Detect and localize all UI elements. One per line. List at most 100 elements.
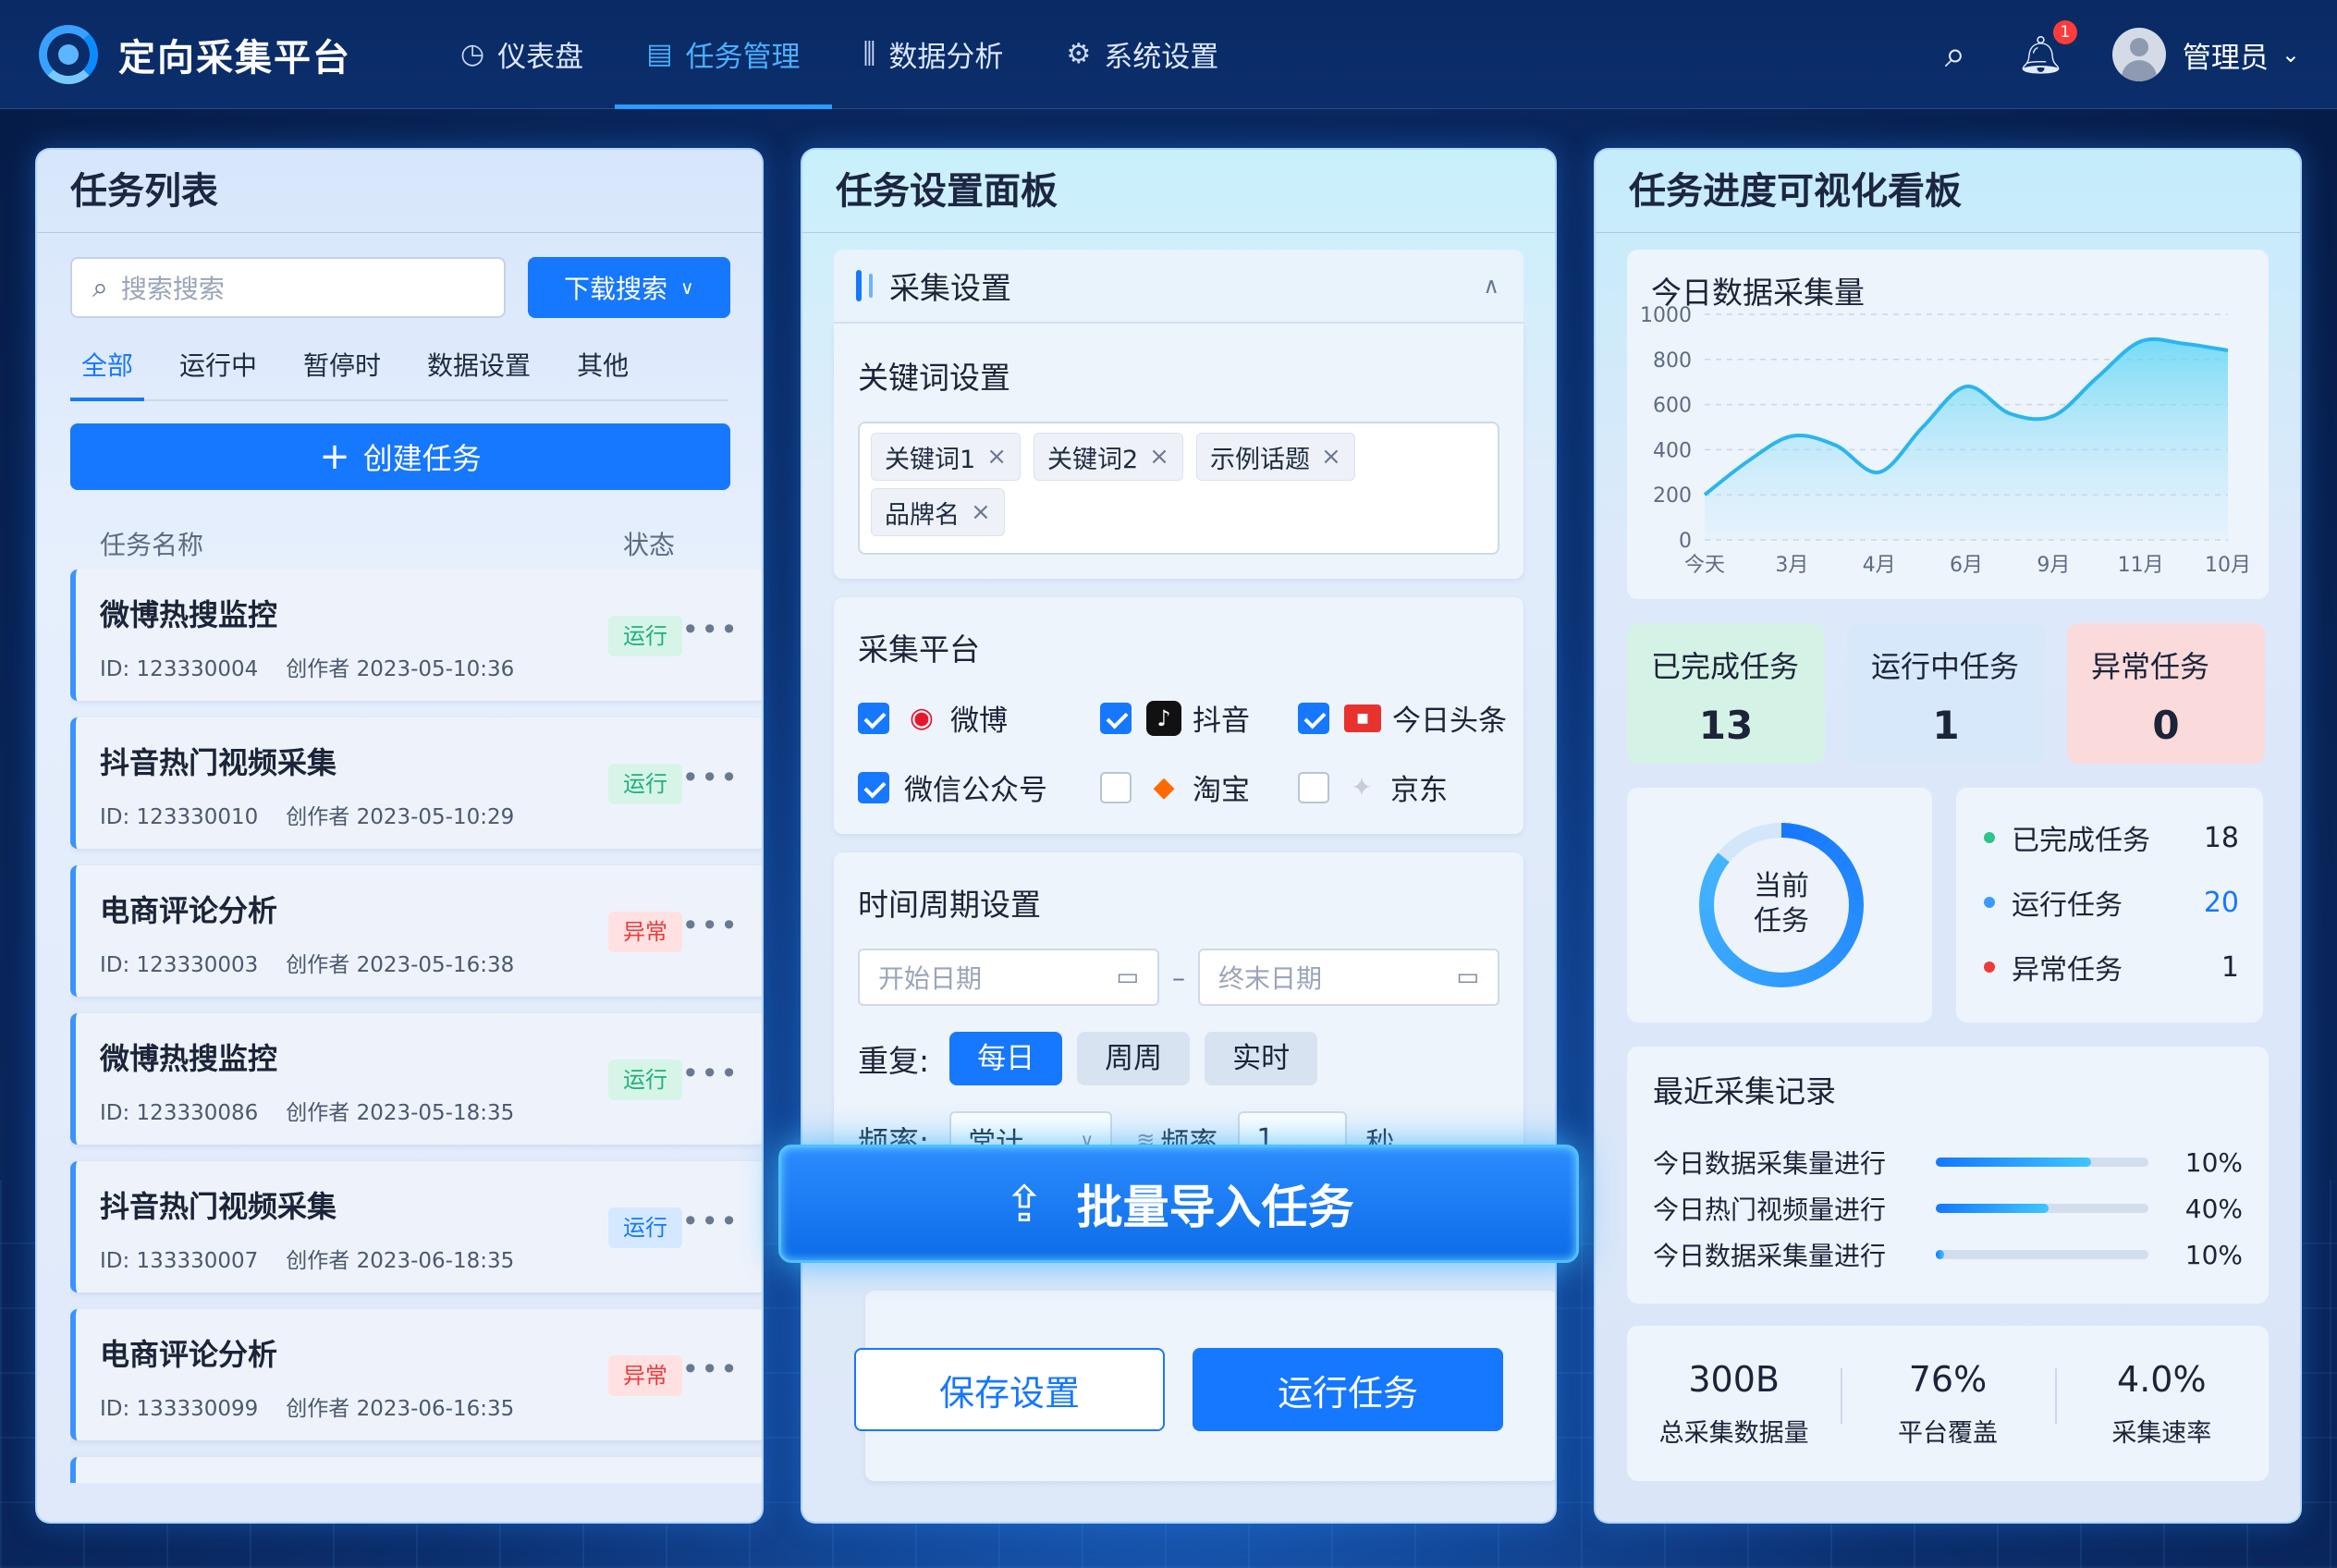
progress-fill <box>1936 1204 2049 1213</box>
panel-title: 任务进度可视化看板 <box>1596 150 2300 233</box>
status-badge: 运行 <box>608 1060 682 1100</box>
tab-other[interactable]: 其他 <box>566 346 640 399</box>
stat-value: 13 <box>1698 703 1754 748</box>
error-tasks-stat: 异常任务 0 <box>2067 623 2265 764</box>
donut-label-line: 当前 <box>1754 870 1809 902</box>
search-icon[interactable]: ⌕ <box>1945 33 1965 76</box>
close-icon[interactable]: × <box>986 443 1007 471</box>
run-task-button[interactable]: 运行任务 <box>1193 1348 1503 1431</box>
repeat-daily[interactable]: 每日 <box>949 1032 1063 1085</box>
search-input[interactable]: ⌕ 搜索搜索 <box>70 257 506 318</box>
more-icon[interactable]: ••• <box>681 612 740 647</box>
y-tick-label: 800 <box>1653 349 1692 373</box>
record-row: 今日数据采集量进行 10% <box>1653 1139 2243 1185</box>
current-task-donut: 当前 任务 <box>1627 788 1932 1023</box>
checkbox[interactable] <box>858 702 889 734</box>
collect-settings-header[interactable]: 采集设置 ∧ <box>834 250 1523 324</box>
chevron-up-icon[interactable]: ∧ <box>1483 273 1499 299</box>
task-item[interactable]: 抖音热门视频采集 ID: 123330010 创作者 2023-05-10:29 … <box>70 717 762 849</box>
task-item[interactable]: 电商评论分析 ID: 123330003 创作者 2023-05-16:38 异常… <box>70 865 762 997</box>
user-menu[interactable]: 管理员 ⌄ <box>2111 28 2300 81</box>
keyword-tag: 关键词2 × <box>1033 433 1183 481</box>
x-tick-label: 今天 <box>1684 554 1725 577</box>
checkbox[interactable] <box>1298 771 1329 803</box>
task-item[interactable]: 微博热搜监控 ID: 123330004 创作者 2023-05-10:36 运行… <box>70 570 762 701</box>
task-item[interactable]: 电商评论分析 ID: 133330099 创作者 2023-06-16:35 异常… <box>70 1309 762 1440</box>
progress-track <box>1936 1250 2148 1259</box>
task-creator: 创作者 2023-05-10:29 <box>286 805 515 829</box>
task-creator: 创作者 2023-06-18:35 <box>286 1249 515 1273</box>
keyword-input[interactable]: 关键词1 × 关键词2 × 示例话题 × 品牌名 × <box>858 422 1499 555</box>
task-id: ID: 123330010 <box>100 805 259 829</box>
tab-paused[interactable]: 暂停时 <box>292 346 392 399</box>
checkbox[interactable] <box>858 771 889 803</box>
legend-item: 已完成任务 18 <box>1984 819 2239 857</box>
end-date-input[interactable]: 终末日期 ▭ <box>1198 949 1499 1006</box>
task-item[interactable]: 微博热搜监控 ID: 123330086 创作者 2023-05-18:35 运行… <box>70 1013 762 1145</box>
record-row: 今日热门视频量进行 40% <box>1653 1185 2243 1231</box>
stat-value: 0 <box>2152 703 2180 748</box>
status-badge: 运行 <box>608 616 682 656</box>
bar-chart-icon: ⫼ <box>863 38 876 70</box>
nav-label: 任务管理 <box>685 41 801 74</box>
bulk-import-button[interactable]: ⇪ 批量导入任务 <box>778 1145 1579 1263</box>
progress-track <box>1936 1204 2148 1213</box>
platform-toutiao[interactable]: ■ 今日头条 <box>1298 697 1520 739</box>
more-icon[interactable]: ••• <box>681 1056 740 1091</box>
panel-title: 任务列表 <box>37 150 762 233</box>
platform-douyin[interactable]: ♪ 抖音 <box>1100 697 1298 739</box>
more-icon[interactable]: ••• <box>681 1204 740 1239</box>
checkbox[interactable] <box>1100 702 1132 734</box>
more-icon[interactable]: ••• <box>681 1352 740 1387</box>
repeat-realtime[interactable]: 实时 <box>1205 1032 1318 1085</box>
search-dropdown-button[interactable]: 下载搜索 ∨ <box>527 257 730 318</box>
platform-taobao[interactable]: ◆ 淘宝 <box>1100 766 1298 808</box>
tab-data-settings[interactable]: 数据设置 <box>416 346 542 399</box>
y-tick-label: 600 <box>1653 395 1692 418</box>
summary-value: 4.0% <box>2117 1358 2207 1400</box>
nav-task-management[interactable]: ▤ 任务管理 <box>615 0 832 109</box>
search-button-label: 下载搜索 <box>564 274 668 304</box>
records-title: 最近采集记录 <box>1653 1073 1836 1109</box>
task-item-partial[interactable] <box>70 1457 762 1483</box>
record-label: 今日数据采集量进行 <box>1653 1148 1887 1179</box>
platform-jd[interactable]: ✦ 京东 <box>1298 766 1520 808</box>
nav-dashboard[interactable]: ◷ 仪表盘 <box>429 0 615 109</box>
summary-item: 76% 平台覆盖 <box>1841 1359 2054 1449</box>
task-filter-tabs: 全部 运行中 暂停时 数据设置 其他 <box>70 346 728 401</box>
keyword-text: 关键词2 <box>1046 445 1139 474</box>
close-icon[interactable]: × <box>1321 443 1341 471</box>
tab-all[interactable]: 全部 <box>70 346 145 401</box>
section-marker <box>869 274 873 298</box>
avatar <box>2111 28 2166 81</box>
running-tasks-stat: 运行中任务 1 <box>1847 623 2045 764</box>
platform-weibo[interactable]: ◉ 微博 <box>858 697 1100 739</box>
x-tick-label: 6月 <box>1950 554 1983 577</box>
checkbox[interactable] <box>1298 702 1329 734</box>
more-icon[interactable]: ••• <box>681 908 740 943</box>
app-logo[interactable]: 定向采集平台 <box>39 24 409 84</box>
close-icon[interactable]: × <box>971 498 991 526</box>
task-stats: 已完成任务 13 运行中任务 1 异常任务 0 <box>1627 623 2269 764</box>
keyword-tag: 品牌名 × <box>871 488 1005 536</box>
nav-system-settings[interactable]: ⚙ 系统设置 <box>1034 0 1250 109</box>
repeat-weekly[interactable]: 周周 <box>1077 1032 1191 1085</box>
task-item[interactable]: 抖音热门视频采集 ID: 133330007 创作者 2023-06-18:35 … <box>70 1161 762 1292</box>
progress-fill <box>1936 1250 1945 1259</box>
tab-running[interactable]: 运行中 <box>168 346 268 399</box>
task-legend: 已完成任务 18 运行任务 20 异常任务 1 <box>1956 788 2263 1023</box>
daily-collection-chart: 今日数据采集量 0 200 400 600 800 1000 今天 3月 4月 6月 9月 11月 10… <box>1627 250 2269 599</box>
start-date-input[interactable]: 开始日期 ▭ <box>858 949 1159 1006</box>
more-icon[interactable]: ••• <box>681 760 740 795</box>
panel-title: 任务设置面板 <box>802 150 1555 233</box>
platform-wechat[interactable]: 微信公众号 <box>858 766 1100 808</box>
save-settings-button[interactable]: 保存设置 <box>854 1348 1165 1431</box>
close-icon[interactable]: × <box>1149 443 1169 471</box>
x-tick-label: 11月 <box>2118 554 2164 577</box>
stat-label: 已完成任务 <box>1651 649 1800 684</box>
nav-data-analysis[interactable]: ⫼ 数据分析 <box>832 0 1035 109</box>
create-task-button[interactable]: + 创建任务 <box>70 423 730 490</box>
checkbox[interactable] <box>1100 771 1132 803</box>
bell-icon[interactable]: 🔔︎ 1 <box>2017 19 2077 77</box>
platform-name: 微信公众号 <box>904 774 1047 807</box>
